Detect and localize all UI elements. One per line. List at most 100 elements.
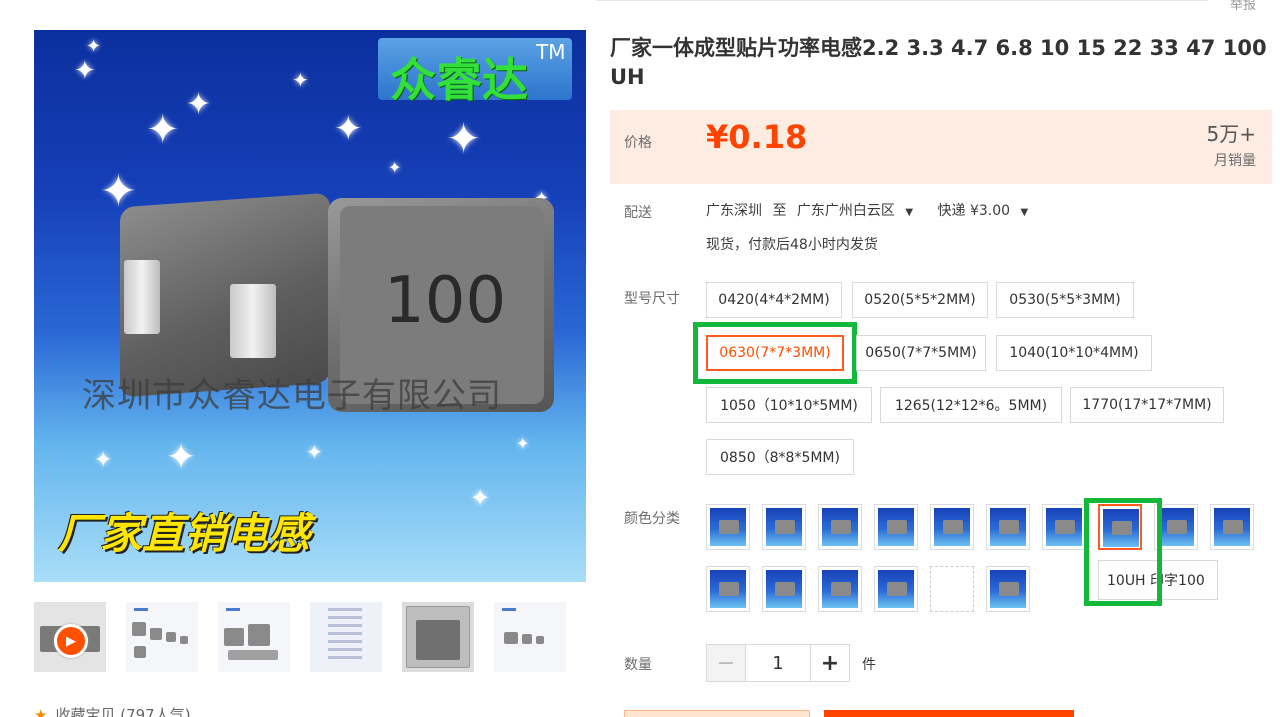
thumb-component bbox=[150, 628, 162, 640]
star-icon: ★ bbox=[34, 706, 48, 717]
monthly-sales-label: 月销量 bbox=[1214, 153, 1256, 169]
swatch-image bbox=[878, 508, 914, 546]
thumb-component bbox=[522, 634, 532, 644]
price-value: ¥0.18 bbox=[706, 118, 808, 156]
thumb-component bbox=[134, 646, 146, 658]
thumb-text-line bbox=[502, 608, 516, 611]
swatch-image bbox=[766, 508, 802, 546]
star-icon: ✦ bbox=[94, 448, 113, 473]
thumb-component bbox=[536, 636, 544, 644]
color-swatch[interactable] bbox=[986, 504, 1030, 550]
company-watermark: 深圳市众睿达电子有限公司 bbox=[82, 376, 502, 416]
quantity-increment-button[interactable]: + bbox=[810, 644, 850, 682]
size-option[interactable]: 0530(5*5*3MM) bbox=[996, 282, 1134, 318]
color-label: 颜色分类 bbox=[624, 511, 680, 527]
thumb-text-line bbox=[328, 640, 362, 643]
main-product-image[interactable]: ✦ ✦ ✦ ✦ ✦ ✦ ✦ ✦ ✦ ✦ ✦ ✦ ✦ ✦ ✦ 众睿达 TM 100… bbox=[34, 30, 586, 582]
stock-note: 现货，付款后48小时内发货 bbox=[706, 237, 878, 253]
color-swatch[interactable] bbox=[706, 566, 750, 612]
thumb-text-line bbox=[328, 608, 362, 611]
star-icon: ✦ bbox=[86, 36, 102, 57]
thumb-text-line bbox=[328, 616, 362, 619]
swatch-image bbox=[934, 508, 970, 546]
inductor-terminal bbox=[230, 284, 276, 358]
star-icon: ✦ bbox=[146, 107, 180, 153]
chevron-down-icon: ▼ bbox=[1020, 207, 1029, 218]
highlight-box bbox=[1084, 498, 1162, 606]
brand-logo: 众睿达 bbox=[390, 53, 528, 107]
video-thumbnail[interactable]: ▶ bbox=[34, 602, 106, 672]
quantity-decrement-button[interactable]: − bbox=[706, 644, 746, 682]
ship-to-value: 广东广州白云区 bbox=[796, 203, 895, 219]
color-swatch[interactable] bbox=[762, 504, 806, 550]
thumb-text-line bbox=[226, 608, 240, 611]
color-swatch[interactable] bbox=[986, 566, 1030, 612]
swatch-image bbox=[710, 508, 746, 546]
star-icon: ✦ bbox=[166, 437, 197, 478]
color-swatch[interactable] bbox=[706, 504, 750, 550]
thumbnail-item[interactable] bbox=[494, 602, 566, 672]
thumb-component bbox=[180, 636, 188, 644]
inductor-marking: 100 bbox=[384, 264, 507, 338]
swatch-image bbox=[710, 570, 746, 608]
swatch-image bbox=[990, 508, 1026, 546]
size-option[interactable]: 0650(7*7*5MM) bbox=[856, 335, 986, 371]
buy-now-button[interactable] bbox=[824, 710, 1074, 717]
thumbnail-item[interactable] bbox=[402, 602, 474, 672]
quantity-label: 数量 bbox=[624, 657, 652, 673]
add-to-cart-button[interactable] bbox=[624, 710, 810, 717]
thumb-text-line bbox=[328, 648, 362, 651]
color-swatch-empty[interactable] bbox=[930, 566, 974, 612]
ship-from: 广东深圳 bbox=[706, 203, 762, 219]
ship-to-word: 至 bbox=[772, 203, 787, 219]
thumbnail-item[interactable] bbox=[310, 602, 382, 672]
thumb-text-line bbox=[328, 624, 362, 627]
star-icon: ✦ bbox=[446, 114, 482, 163]
size-option[interactable]: 1040(10*10*4MM) bbox=[996, 335, 1152, 371]
size-option[interactable]: 1770(17*17*7MM) bbox=[1070, 387, 1224, 423]
color-swatch[interactable] bbox=[930, 504, 974, 550]
inductor-terminal bbox=[124, 260, 160, 334]
thumbnail-item[interactable] bbox=[218, 602, 290, 672]
report-link[interactable]: 举报 bbox=[1230, 0, 1256, 13]
star-icon: ✦ bbox=[516, 434, 530, 453]
size-option[interactable]: 0850（8*8*5MM) bbox=[706, 439, 854, 475]
size-label: 型号尺寸 bbox=[624, 291, 680, 307]
thumb-component bbox=[224, 628, 244, 646]
thumb-component bbox=[504, 632, 518, 644]
color-swatch[interactable] bbox=[874, 504, 918, 550]
star-icon: ✦ bbox=[186, 87, 212, 122]
color-swatch[interactable] bbox=[1042, 504, 1086, 550]
color-swatch[interactable] bbox=[818, 504, 862, 550]
thumb-component bbox=[228, 650, 278, 660]
chevron-down-icon: ▼ bbox=[905, 207, 914, 218]
size-option[interactable]: 0420(4*4*2MM) bbox=[706, 282, 842, 318]
product-title: 厂家一体成型贴片功率电感2.2 3.3 4.7 6.8 10 15 22 33 … bbox=[610, 36, 1267, 89]
thumb-component bbox=[132, 622, 146, 636]
quantity-unit: 件 bbox=[862, 657, 876, 673]
size-option[interactable]: 1265(12*12*6。5MM) bbox=[880, 387, 1062, 423]
color-swatch[interactable] bbox=[818, 566, 862, 612]
star-icon: ✦ bbox=[334, 109, 363, 149]
favorite-link[interactable]: ★ 收藏宝贝 (797人气) bbox=[34, 704, 191, 717]
swatch-image bbox=[990, 570, 1026, 608]
swatch-image bbox=[1158, 508, 1194, 546]
size-option[interactable]: 0520(5*5*2MM) bbox=[852, 282, 988, 318]
swatch-image bbox=[1214, 508, 1250, 546]
star-icon: ✦ bbox=[74, 56, 96, 86]
swatch-image bbox=[822, 570, 858, 608]
swatch-image bbox=[878, 570, 914, 608]
play-icon[interactable]: ▶ bbox=[54, 624, 88, 658]
ship-to-dropdown[interactable]: 广东广州白云区 ▼ bbox=[797, 203, 919, 219]
thumbnail-strip: ▶ bbox=[34, 602, 566, 672]
thumbnail-item[interactable] bbox=[126, 602, 198, 672]
shipping-label: 配送 bbox=[624, 205, 652, 221]
ship-method-dropdown[interactable]: 快递 ¥3.00 ▼ bbox=[938, 203, 1035, 219]
shipping-info: 广东深圳 至 广东广州白云区 ▼ 快递 ¥3.00 ▼ bbox=[706, 200, 1040, 220]
color-swatch[interactable] bbox=[1210, 504, 1254, 550]
color-swatch[interactable] bbox=[762, 566, 806, 612]
color-swatch[interactable] bbox=[874, 566, 918, 612]
size-option[interactable]: 1050（10*10*5MM) bbox=[706, 387, 872, 423]
thumb-text-line bbox=[328, 632, 362, 635]
quantity-input[interactable]: 1 bbox=[746, 644, 810, 682]
